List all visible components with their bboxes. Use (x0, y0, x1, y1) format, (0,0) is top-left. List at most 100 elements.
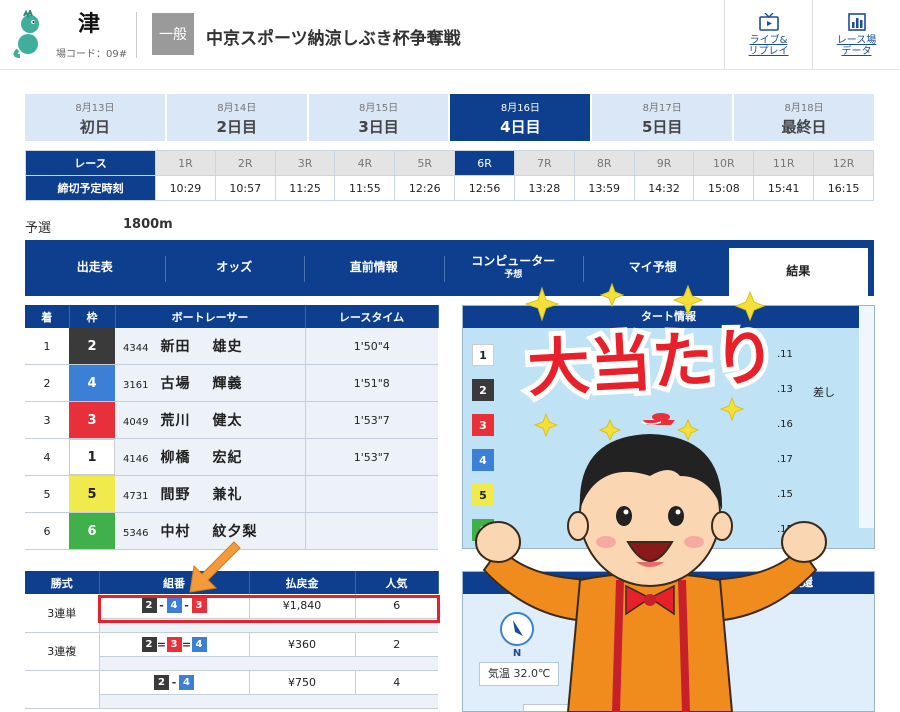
race-tab-3r[interactable]: 3R (274, 150, 336, 176)
weather-value-box (523, 704, 599, 711)
race-tab-10r[interactable]: 10R (693, 150, 755, 176)
race-distance: 1800m (123, 217, 173, 232)
day-date: 8月14日 (217, 102, 257, 114)
race-tab-5r[interactable]: 5R (394, 150, 456, 176)
race-tab-9r[interactable]: 9R (633, 150, 695, 176)
day-label: 初日 (79, 117, 110, 136)
day-tab-6[interactable]: 8月18日 最終日 (734, 94, 874, 141)
race-tab-11r[interactable]: 11R (753, 150, 815, 176)
race-tab-2r[interactable]: 2R (214, 150, 276, 176)
racer-reg-number: 4344 (123, 343, 149, 354)
compass-label: N (513, 648, 521, 658)
day-tab-4[interactable]: 8月16日 4日目 (450, 94, 591, 141)
tab-entries[interactable]: 出走表 (25, 240, 165, 296)
race-tab-1r[interactable]: 1R (155, 150, 216, 176)
tab-my-prediction[interactable]: マイ予想 (583, 240, 723, 296)
start-frame-badge: 2 (472, 379, 494, 401)
col-payout: 払戻金 (249, 571, 356, 594)
results-table: 着 枠 ボートレーサー レースタイム 1 2 4344 新田 雄史 1'50"4 2… (25, 305, 439, 550)
tab-results[interactable]: 結果 (728, 248, 868, 296)
mascot-icon (13, 10, 39, 58)
race-time-cell: 1'50"4 (304, 328, 438, 365)
table-row: 4 1 4146 柳橋 宏紀 1'53"7 (25, 438, 438, 476)
deadline-time: 12:26 (394, 175, 456, 201)
tab-computer-prediction[interactable]: コンピューター 予想 (443, 240, 584, 296)
combo-box: 2 (154, 674, 169, 690)
stadium-data-line1: レース場 (836, 34, 877, 46)
day-label: 2日目 (216, 117, 257, 136)
day-tab-3[interactable]: 8月15日 3日目 (308, 94, 449, 141)
race-title: 中京スポーツ納涼しぶき杯争奪戦 (206, 29, 461, 49)
table-subrow-cell (249, 656, 355, 671)
start-frame-badge: 3 (472, 414, 494, 436)
day-date: 8月15日 (359, 102, 399, 114)
compass-icon: N (500, 612, 534, 658)
start-timing: .15 (777, 489, 793, 500)
race-number-row: レース 1R 2R 3R 4R 5R 6R 7R 8R 9R 10R 11R 1… (25, 150, 874, 176)
combo-sep: - (171, 675, 177, 689)
rank-cell: 2 (25, 364, 69, 402)
popularity-value: 2 (354, 632, 438, 657)
col-popularity: 人気 (355, 571, 439, 594)
popularity-value: 4 (354, 670, 438, 695)
racer-cell[interactable]: 4146 柳橋 宏紀 (115, 438, 305, 476)
table-subrow-cell (249, 694, 355, 709)
tab-pre-race-info[interactable]: 直前情報 (304, 240, 444, 296)
racer-family-name: 古場 (160, 376, 191, 392)
frame-cell: 3 (69, 401, 115, 439)
live-replay-link[interactable]: ライブ& リプレイ (724, 0, 812, 70)
combination-cell: 2-4 (99, 670, 249, 695)
start-frame-badge: 5 (472, 484, 494, 506)
day-date: 8月17日 (642, 102, 682, 114)
rank-cell: 6 (25, 512, 69, 550)
racer-reg-number: 4731 (123, 491, 149, 502)
start-info-title: タート情報 (463, 306, 874, 328)
day-label: 4日目 (500, 117, 541, 136)
tab-label: オッズ (216, 260, 253, 275)
race-tab-7r[interactable]: 7R (513, 150, 575, 176)
start-row: 2 .13 差し (463, 371, 874, 406)
day-tab-2[interactable]: 8月14日 2日目 (166, 94, 307, 141)
race-tab-12r[interactable]: 12R (813, 150, 874, 176)
deadline-time: 11:25 (274, 175, 336, 201)
table-subrow-cell (355, 656, 438, 671)
tv-icon (758, 12, 779, 31)
venue-code: 場コード：09# (56, 49, 128, 60)
racer-given-name: 宏紀 (212, 450, 243, 466)
deadline-time: 13:59 (573, 175, 635, 201)
race-tab-4r[interactable]: 4R (334, 150, 396, 176)
tab-label: 直前情報 (349, 260, 398, 275)
day-tab-1[interactable]: 8月13日 初日 (25, 94, 165, 141)
day-tabs: 8月13日 初日 8月14日 2日目 8月15日 3日目 8月16日 4日目 8… (25, 94, 874, 141)
start-timing: .17 (777, 454, 793, 465)
rank-cell: 3 (25, 401, 69, 439)
racer-cell[interactable]: 4049 荒川 健太 (115, 401, 305, 439)
deadline-time: 15:08 (693, 175, 755, 201)
race-tab-8r[interactable]: 8R (573, 150, 635, 176)
table-row: 3連複 2 = 3 = 4 ¥360 2 (25, 632, 438, 671)
day-tab-5[interactable]: 8月17日 5日目 (592, 94, 733, 141)
racer-given-name: 兼礼 (212, 487, 243, 503)
racer-family-name: 荒川 (160, 413, 191, 429)
racer-given-name: 輝義 (212, 376, 243, 392)
combo-box: 4 (179, 674, 194, 690)
racer-reg-number: 5346 (123, 528, 149, 539)
frame-cell: 2 (69, 328, 115, 365)
racer-cell[interactable]: 4344 新田 雄史 (115, 328, 305, 365)
race-time-cell: 1'53"7 (304, 401, 438, 439)
tab-odds[interactable]: オッズ (164, 240, 305, 296)
deadline-row-label: 締切予定時刻 (25, 175, 156, 201)
day-label: 5日目 (642, 117, 683, 136)
table-row: 2-4 ¥750 4 (25, 670, 438, 709)
racer-reg-number: 4146 (123, 454, 149, 465)
race-tab-6r[interactable]: 6R (454, 150, 515, 176)
deadline-time: 14:32 (633, 175, 695, 201)
deadline-time: 13:28 (513, 175, 575, 201)
weather-header: 水面 波還 (463, 572, 874, 594)
racer-cell[interactable]: 3161 古場 輝義 (115, 364, 305, 402)
stadium-data-link[interactable]: レース場 データ (812, 0, 900, 70)
day-label: 最終日 (781, 117, 827, 136)
day-label: 3日目 (358, 117, 399, 136)
racer-cell[interactable]: 4731 間野 兼礼 (115, 475, 305, 513)
race-time-cell (304, 512, 438, 550)
